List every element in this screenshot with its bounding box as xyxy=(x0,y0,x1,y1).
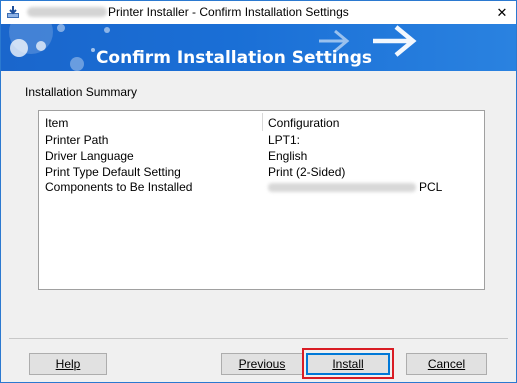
title-product-name-redacted xyxy=(27,7,107,17)
row-value-components: PCL xyxy=(268,180,442,195)
column-separator xyxy=(262,113,263,131)
row-item-print-type: Print Type Default Setting xyxy=(45,165,181,179)
cancel-button[interactable]: Cancel xyxy=(406,353,487,375)
cancel-button-label: Cancel xyxy=(427,357,466,371)
row-value-driver-language: English xyxy=(268,149,308,163)
component-name-redacted xyxy=(268,183,416,193)
column-header-configuration[interactable]: Configuration xyxy=(268,116,339,130)
download-installer-icon xyxy=(6,5,20,19)
previous-button[interactable]: Previous xyxy=(221,353,303,375)
banner-title: Confirm Installation Settings xyxy=(95,48,372,68)
install-highlight-box xyxy=(302,348,394,379)
close-icon: ✕ xyxy=(496,4,508,20)
window-title: Printer Installer - Confirm Installation… xyxy=(108,5,349,19)
footer-divider xyxy=(9,338,508,339)
help-button[interactable]: Help xyxy=(29,353,107,375)
header-banner: Confirm Installation Settings xyxy=(1,24,516,71)
close-button[interactable]: ✕ xyxy=(491,3,513,22)
previous-button-label: Previous xyxy=(238,357,286,371)
column-header-item[interactable]: Item xyxy=(45,116,68,130)
row-item-printer-path: Printer Path xyxy=(45,133,109,147)
row-value-print-type: Print (2-Sided) xyxy=(268,165,346,179)
installer-window: Printer Installer - Confirm Installation… xyxy=(0,0,517,383)
row-value-components-text: PCL xyxy=(419,180,443,194)
installation-summary-list[interactable]: Item Configuration Printer Path LPT1: Dr… xyxy=(38,110,485,290)
row-item-driver-language: Driver Language xyxy=(45,149,134,163)
title-bar: Printer Installer - Confirm Installation… xyxy=(1,1,516,24)
installation-summary-label: Installation Summary xyxy=(25,85,138,99)
help-button-label: Help xyxy=(55,357,81,371)
row-value-printer-path: LPT1: xyxy=(268,133,301,147)
row-item-components: Components to Be Installed xyxy=(45,180,193,194)
